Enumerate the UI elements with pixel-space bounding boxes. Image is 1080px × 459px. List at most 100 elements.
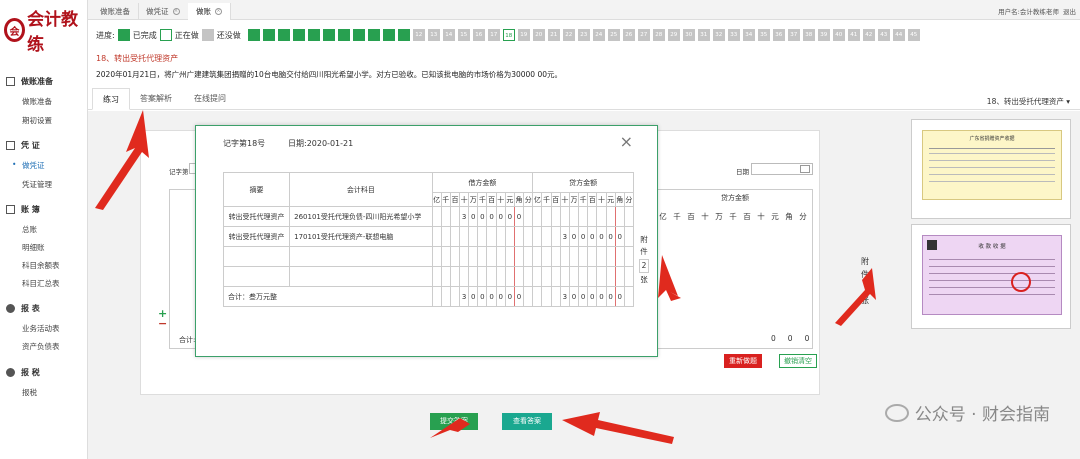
attachment-thumb-2[interactable]: 收 款 收 据 — [911, 224, 1071, 329]
close-icon[interactable]: × — [215, 8, 222, 15]
progress-step[interactable]: 16 — [472, 29, 485, 41]
sidebar-item-balance-sheet[interactable]: 资产负债表 — [22, 341, 60, 352]
progress-step[interactable] — [397, 29, 410, 41]
tab-voucher[interactable]: 做凭证 × — [138, 3, 189, 20]
progress-step[interactable]: 12 — [412, 29, 425, 41]
credit-digit: 0 — [578, 226, 589, 247]
entry-summary[interactable] — [222, 246, 291, 267]
tab-online-question[interactable]: 在线提问 — [184, 88, 236, 110]
digit-header: 百 — [550, 192, 561, 207]
progress-step[interactable]: 20 — [532, 29, 545, 41]
progress-step[interactable] — [382, 29, 395, 41]
sidebar-item-summary[interactable]: 科目汇总表 — [22, 278, 60, 289]
entry-summary[interactable] — [222, 266, 291, 287]
progress-step[interactable]: 24 — [592, 29, 605, 41]
clear-button[interactable]: 撤销清空 — [779, 354, 817, 368]
progress-step[interactable]: 36 — [772, 29, 785, 41]
progress-step[interactable]: 18 — [502, 29, 515, 41]
sidebar-item-activity[interactable]: 业务活动表 — [22, 323, 60, 334]
progress-step[interactable]: 29 — [667, 29, 680, 41]
entry-summary[interactable]: 转出受托代理资产 — [222, 206, 291, 227]
progress-step[interactable]: 30 — [682, 29, 695, 41]
remove-row-icon[interactable]: − — [158, 317, 167, 330]
tab-prep[interactable]: 做账准备 — [92, 3, 139, 20]
section-report[interactable]: 报 表 — [6, 303, 40, 314]
progress-step[interactable]: 40 — [832, 29, 845, 41]
sidebar-item-opening[interactable]: 期初设置 — [22, 115, 52, 126]
tab-bookkeeping[interactable]: 做账 × — [188, 3, 231, 20]
progress-step[interactable] — [292, 29, 305, 41]
progress-step[interactable]: 31 — [697, 29, 710, 41]
progress-step[interactable]: 33 — [727, 29, 740, 41]
progress-step[interactable]: 14 — [442, 29, 455, 41]
sidebar-item-general-ledger[interactable]: 总账 — [22, 224, 37, 235]
subtab-bar: 练习 答案解析 在线提问 — [88, 88, 1080, 110]
calendar-icon[interactable] — [800, 165, 810, 173]
sidebar-item-detail-ledger[interactable]: 明细账 — [22, 242, 45, 253]
progress-step[interactable] — [262, 29, 275, 41]
redo-button[interactable]: 重新做题 — [724, 354, 762, 368]
digit-header: 万 — [468, 192, 479, 207]
sidebar-item-tax[interactable]: 报税 — [22, 387, 37, 398]
progress-step[interactable]: 42 — [862, 29, 875, 41]
progress-step[interactable]: 41 — [847, 29, 860, 41]
progress-step[interactable]: 44 — [892, 29, 905, 41]
sidebar-item-voucher-manage[interactable]: 凭证管理 — [22, 179, 52, 190]
logout-link[interactable]: 退出 — [1063, 8, 1076, 16]
debit-digit — [440, 266, 451, 287]
progress-bar: 进度: 已完成 正在做 还没做 12 13 14 15 16 17 18 19 20 21 22 23… — [96, 28, 920, 42]
progress-step[interactable]: 38 — [802, 29, 815, 41]
progress-step[interactable] — [352, 29, 365, 41]
progress-step[interactable] — [247, 29, 260, 41]
attach-count-input[interactable]: 2 — [639, 259, 649, 273]
progress-step[interactable]: 19 — [517, 29, 530, 41]
progress-step[interactable]: 26 — [622, 29, 635, 41]
progress-step[interactable]: 37 — [787, 29, 800, 41]
section-voucher[interactable]: 凭 证 — [6, 140, 40, 151]
entry-account[interactable] — [289, 246, 433, 267]
progress-step[interactable]: 13 — [427, 29, 440, 41]
progress-step[interactable]: 39 — [817, 29, 830, 41]
receipt-image-2: 收 款 收 据 — [922, 235, 1062, 315]
progress-step[interactable]: 23 — [577, 29, 590, 41]
close-icon[interactable]: × — [620, 132, 633, 151]
attachment-thumb-1[interactable]: 广东省捐赠资产收据 — [911, 119, 1071, 219]
progress-step[interactable] — [307, 29, 320, 41]
progress-step[interactable]: 43 — [877, 29, 890, 41]
red-seal-icon — [1011, 272, 1031, 292]
sidebar-item-make-voucher[interactable]: 做凭证 — [12, 160, 44, 171]
header-credit: 贷方金额 — [532, 172, 634, 193]
progress-step[interactable]: 32 — [712, 29, 725, 41]
sidebar-item-balance[interactable]: 科目余额表 — [22, 260, 60, 271]
section-tax[interactable]: 报 税 — [6, 367, 40, 378]
credit-digit — [614, 206, 625, 227]
progress-step[interactable] — [337, 29, 350, 41]
entry-account[interactable] — [289, 266, 433, 287]
view-answer-button[interactable]: 查看答案 — [502, 413, 552, 430]
sidebar-item-prep[interactable]: 做账准备 — [22, 96, 52, 107]
progress-step[interactable]: 21 — [547, 29, 560, 41]
section-ledger[interactable]: 账 簿 — [6, 204, 40, 215]
progress-step[interactable] — [367, 29, 380, 41]
progress-step[interactable]: 22 — [562, 29, 575, 41]
progress-step[interactable]: 45 — [907, 29, 920, 41]
progress-step[interactable] — [277, 29, 290, 41]
digit-header: 十 — [559, 192, 570, 207]
date-input[interactable] — [751, 163, 813, 175]
progress-step[interactable]: 17 — [487, 29, 500, 41]
submit-answer-button[interactable]: 提交答案 — [430, 413, 478, 430]
entry-account[interactable]: 260101受托代理负债-四川阳光希望小学 — [289, 206, 433, 227]
progress-step[interactable]: 35 — [757, 29, 770, 41]
progress-step[interactable]: 34 — [742, 29, 755, 41]
progress-step[interactable]: 25 — [607, 29, 620, 41]
progress-step[interactable]: 28 — [652, 29, 665, 41]
close-icon[interactable]: × — [172, 8, 180, 15]
tab-practice[interactable]: 练习 — [92, 88, 130, 110]
section-prep[interactable]: 做账准备 — [6, 76, 53, 87]
entry-account[interactable]: 170101受托代理资产-联想电脑 — [289, 226, 433, 247]
entry-summary[interactable]: 转出受托代理资产 — [222, 226, 291, 247]
tab-answer-analysis[interactable]: 答案解析 — [130, 88, 182, 110]
progress-step[interactable] — [322, 29, 335, 41]
progress-step[interactable]: 15 — [457, 29, 470, 41]
progress-step[interactable]: 27 — [637, 29, 650, 41]
